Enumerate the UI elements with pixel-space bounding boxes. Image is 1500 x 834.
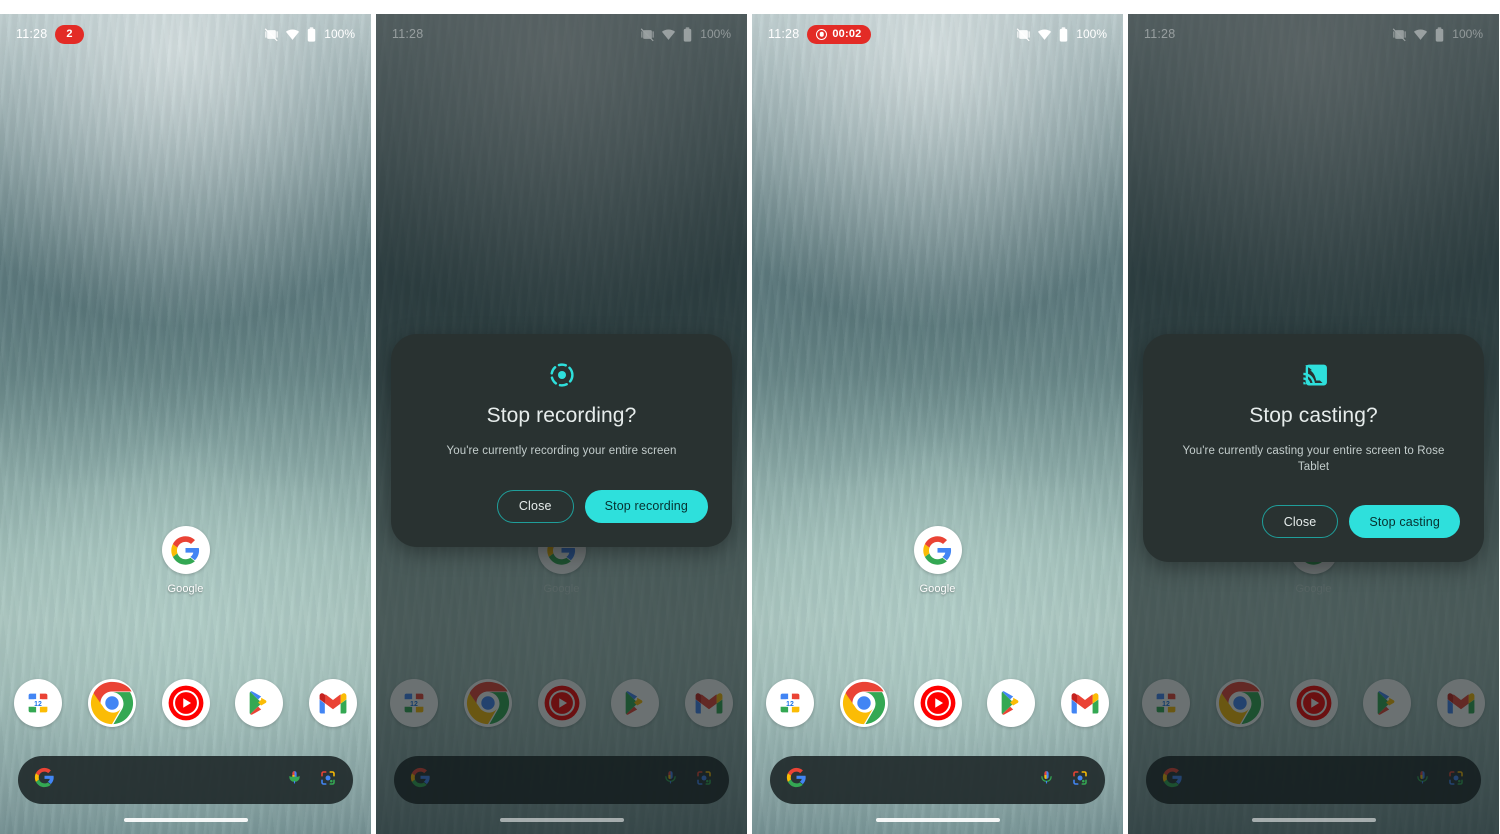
wifi-icon <box>661 27 676 42</box>
status-bar: 11:28 100% <box>376 14 747 54</box>
wifi-icon <box>1413 27 1428 42</box>
status-bar-left: 11:28 00:02 <box>768 24 871 44</box>
status-clock: 11:28 <box>16 27 48 41</box>
status-bar: 11:28 100% <box>1128 14 1499 54</box>
notification-badge-chip[interactable]: 2 <box>55 24 84 44</box>
close-button[interactable]: Close <box>496 489 574 523</box>
battery-icon <box>306 26 317 42</box>
recording-timer-label: 00:02 <box>832 28 862 40</box>
google-g-icon <box>786 767 807 793</box>
status-bar: 11:28 2 100% <box>0 14 371 54</box>
app-shortcut-google[interactable]: Google <box>895 526 981 595</box>
google-g-icon <box>161 526 210 574</box>
dock-icon-gmail[interactable] <box>309 679 357 727</box>
battery-icon <box>1434 26 1445 42</box>
home-gesture-pill[interactable] <box>499 818 624 822</box>
dock-icon-calendar[interactable]: 12 <box>766 679 814 727</box>
battery-percent: 100% <box>700 27 731 41</box>
screenshot-stage: 11:28 2 100% Google 12 11:28 100% Stop r… <box>0 0 1500 834</box>
google-search-bar[interactable] <box>18 756 353 804</box>
stop-recording-dialog: Stop recording? You're currently recordi… <box>391 334 732 547</box>
cast-icon <box>1163 360 1464 390</box>
dialog-actions: Close Stop recording <box>411 489 712 523</box>
dock-icon-chrome[interactable] <box>87 679 136 727</box>
vibrate-off-icon <box>264 27 279 42</box>
record-dot-icon <box>816 28 828 40</box>
dock-icon-play-store[interactable] <box>987 679 1036 727</box>
status-bar-left: 11:28 2 <box>16 24 84 44</box>
app-grid: Google <box>0 526 371 595</box>
battery-icon <box>682 26 693 42</box>
microphone-icon[interactable] <box>1038 769 1055 791</box>
phone-panel-2: Google 12 <box>376 14 747 834</box>
app-shortcut-google[interactable]: Google <box>143 526 229 595</box>
google-lens-icon[interactable] <box>319 769 337 792</box>
status-clock: 11:28 <box>768 27 800 41</box>
svg-text:12: 12 <box>34 701 42 708</box>
status-bar-left: 11:28 <box>1144 27 1175 41</box>
dock-icon-chrome[interactable] <box>839 679 888 727</box>
dialog-title: Stop casting? <box>1249 404 1378 427</box>
stop-recording-button[interactable]: Stop recording <box>584 489 708 523</box>
home-gesture-pill[interactable] <box>123 818 248 822</box>
google-g-icon <box>913 526 962 574</box>
home-gesture-pill[interactable] <box>875 818 1000 822</box>
vibrate-off-icon <box>640 27 655 42</box>
status-bar-right: 100% <box>1016 26 1107 42</box>
dock-icon-gmail[interactable] <box>1061 679 1109 727</box>
microphone-icon[interactable] <box>286 769 303 791</box>
home-gesture-pill[interactable] <box>1251 818 1376 822</box>
vibrate-off-icon <box>1392 27 1407 42</box>
dock-icon-youtube-music[interactable] <box>913 679 962 727</box>
close-button[interactable]: Close <box>1261 505 1339 539</box>
dialog-actions: Close Stop casting <box>1163 505 1464 539</box>
status-clock: 11:28 <box>392 27 424 41</box>
search-actions <box>286 769 337 792</box>
search-actions <box>1038 769 1089 792</box>
screen-record-icon <box>411 360 712 390</box>
status-bar-left: 11:28 <box>392 27 423 41</box>
dock-icon-youtube-music[interactable] <box>161 679 210 727</box>
app-grid: Google <box>752 526 1123 595</box>
dock-icon-calendar[interactable]: 12 <box>14 679 62 727</box>
phone-panel-1: 11:28 2 100% Google 12 <box>0 14 371 834</box>
google-search-bar[interactable] <box>770 756 1105 804</box>
google-lens-icon[interactable] <box>1071 769 1089 792</box>
stop-casting-button[interactable]: Stop casting <box>1349 505 1460 539</box>
dock: 12 <box>14 675 357 731</box>
svg-text:12: 12 <box>786 701 794 708</box>
battery-percent: 100% <box>1076 27 1107 41</box>
battery-percent: 100% <box>1452 27 1483 41</box>
notification-badge-count: 2 <box>66 28 73 40</box>
phone-panel-4: Google 12 <box>1128 14 1499 834</box>
dock-icon-play-store[interactable] <box>235 679 284 727</box>
status-bar-right: 100% <box>1392 26 1483 42</box>
wifi-icon <box>1037 27 1052 42</box>
dialog-subtitle: You're currently casting your entire scr… <box>1182 445 1445 473</box>
battery-percent: 100% <box>324 27 355 41</box>
phone-panel-3: 11:28 00:02 100% Google 12 <box>752 14 1123 834</box>
stop-casting-dialog: Stop casting? You're currently casting y… <box>1143 334 1484 563</box>
wifi-icon <box>285 27 300 42</box>
battery-icon <box>1058 26 1069 42</box>
status-bar: 11:28 00:02 100% <box>752 14 1123 54</box>
dialog-title: Stop recording? <box>486 404 637 427</box>
recording-timer-chip[interactable]: 00:02 <box>807 24 871 44</box>
google-g-icon <box>34 767 55 793</box>
app-shortcut-label: Google <box>167 583 204 595</box>
status-bar-right: 100% <box>640 26 731 42</box>
vibrate-off-icon <box>1016 27 1031 42</box>
dialog-subtitle: You're currently recording your entire s… <box>446 445 677 457</box>
status-bar-right: 100% <box>264 26 355 42</box>
app-shortcut-label: Google <box>919 583 956 595</box>
status-clock: 11:28 <box>1144 27 1176 41</box>
dock: 12 <box>766 675 1109 731</box>
